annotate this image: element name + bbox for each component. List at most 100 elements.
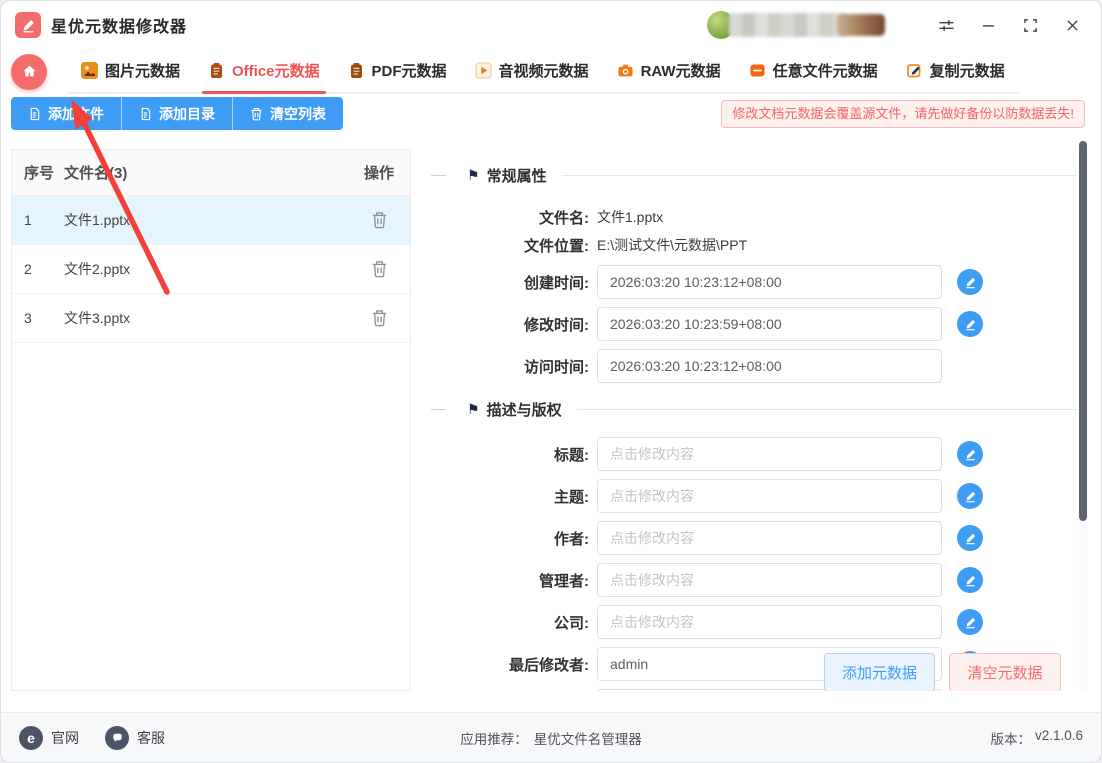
column-filename: 文件名(3) <box>64 162 348 183</box>
tab-av-metadata[interactable]: 音视频元数据 <box>461 49 603 92</box>
anyfile-metadata-icon <box>749 62 766 79</box>
clear-list-button[interactable]: 清空列表 <box>232 97 343 130</box>
titlebar: 星优元数据修改器 <box>1 1 1101 49</box>
field-label: 管理者: <box>431 570 597 591</box>
section-line <box>562 175 1076 176</box>
company-input[interactable] <box>597 605 942 639</box>
tab-list: 图片元数据 Office元数据 PDF元数据 音视频元数据 <box>67 49 1019 94</box>
tab-copy-metadata[interactable]: 复制元数据 <box>892 49 1019 92</box>
image-metadata-icon <box>81 62 98 79</box>
tab-pdf-metadata[interactable]: PDF元数据 <box>334 49 461 92</box>
add-file-button[interactable]: 添加文件 <box>11 97 121 130</box>
file-row-3[interactable]: 3 文件3.pptx <box>12 294 410 343</box>
toolbar: 添加文件 添加目录 清空列表 修改文档元数据会覆盖源文件，请先做好备份以防数据丢… <box>11 97 1085 131</box>
tab-office-metadata[interactable]: Office元数据 <box>194 49 334 92</box>
section-rights: ⚑ 描述与版权 <box>431 399 1076 419</box>
user-account-blurred[interactable] <box>707 10 893 40</box>
close-button[interactable] <box>1057 10 1087 40</box>
field-label: 修改时间: <box>431 314 597 335</box>
tab-anyfile-metadata[interactable]: 任意文件元数据 <box>735 49 892 92</box>
right-panel-scrollbar <box>1079 141 1087 693</box>
section-general: ⚑ 常规属性 <box>431 165 1076 185</box>
file-list-header: 序号 文件名(3) 操作 <box>12 150 410 196</box>
version-label: 版本： <box>990 728 1031 748</box>
subject-input[interactable] <box>597 479 942 513</box>
edit-pencil-icon[interactable] <box>957 567 983 593</box>
tab-image-metadata[interactable]: 图片元数据 <box>67 49 194 92</box>
app-title: 星优元数据修改器 <box>51 13 187 37</box>
section-dash <box>431 175 446 176</box>
field-label: 公司: <box>431 612 597 633</box>
website-label: 官网 <box>51 728 79 748</box>
pdf-metadata-icon <box>348 62 365 79</box>
field-label: 最后修改者: <box>431 654 597 675</box>
field-label: 文件名: <box>431 207 597 228</box>
manager-input[interactable] <box>597 563 942 597</box>
field-author: 作者: <box>431 521 1076 555</box>
delete-file-button[interactable] <box>369 258 390 280</box>
footer: e 官网 客服 应用推荐： 星优文件名管理器 版本： v2.1.0.6 <box>1 712 1101 762</box>
field-label: 标题: <box>431 444 597 465</box>
file-row-1[interactable]: 1 文件1.pptx <box>12 196 410 245</box>
user-info-blurred <box>837 14 885 36</box>
edit-pencil-icon[interactable] <box>957 483 983 509</box>
chat-bubble-icon <box>105 726 129 750</box>
field-value: E:\测试文件\元数据\PPT <box>597 235 747 255</box>
edit-pencil-icon[interactable] <box>957 609 983 635</box>
website-e-icon: e <box>19 726 43 750</box>
section-dash <box>431 409 446 410</box>
tab-raw-metadata[interactable]: RAW元数据 <box>603 49 735 92</box>
row-index: 3 <box>12 310 64 326</box>
home-button[interactable] <box>11 54 47 90</box>
field-create-time: 创建时间: <box>431 265 1076 299</box>
maximize-button[interactable] <box>1015 10 1045 40</box>
promo-app-name[interactable]: 星优文件名管理器 <box>534 728 642 748</box>
column-index: 序号 <box>12 162 64 183</box>
field-label: 创建时间: <box>431 272 597 293</box>
app-window: 星优元数据修改器 图片元数据 <box>0 0 1102 763</box>
copy-metadata-icon <box>906 62 923 79</box>
field-label: 文件位置: <box>431 235 597 256</box>
settings-sliders-icon[interactable] <box>931 10 961 40</box>
tab-label: PDF元数据 <box>372 60 447 81</box>
row-filename: 文件1.pptx <box>64 210 348 230</box>
create-time-input[interactable] <box>597 265 942 299</box>
section-title: 描述与版权 <box>487 399 562 420</box>
add-folder-button[interactable]: 添加目录 <box>121 97 232 130</box>
clear-metadata-button[interactable]: 清空元数据 <box>949 653 1061 691</box>
field-access-time: 访问时间: <box>431 349 1076 383</box>
tab-label: Office元数据 <box>232 60 320 81</box>
tab-label: 图片元数据 <box>105 60 180 81</box>
add-metadata-button[interactable]: 添加元数据 <box>824 653 935 691</box>
author-input[interactable] <box>597 521 942 555</box>
delete-file-button[interactable] <box>369 307 390 329</box>
official-website-link[interactable]: e 官网 <box>19 726 79 750</box>
field-filename: 文件名: 文件1.pptx <box>431 203 1076 231</box>
modify-time-input[interactable] <box>597 307 942 341</box>
warning-banner: 修改文档元数据会覆盖源文件，请先做好备份以防数据丢失! <box>721 100 1085 128</box>
flag-icon: ⚑ <box>467 402 480 416</box>
field-filepath: 文件位置: E:\测试文件\元数据\PPT <box>431 231 1076 259</box>
user-name-blurred <box>729 13 847 37</box>
field-label: 作者: <box>431 528 597 549</box>
promo-label: 应用推荐： <box>460 728 528 748</box>
tab-label: 复制元数据 <box>930 60 1005 81</box>
edit-pencil-icon[interactable] <box>957 269 983 295</box>
access-time-input[interactable] <box>597 349 942 383</box>
delete-file-button[interactable] <box>369 209 390 231</box>
edit-pencil-icon[interactable] <box>957 311 983 337</box>
av-metadata-icon <box>475 62 492 79</box>
scrollbar-thumb[interactable] <box>1079 141 1087 521</box>
tab-label: 任意文件元数据 <box>773 60 878 81</box>
file-row-2[interactable]: 2 文件2.pptx <box>12 245 410 294</box>
title-input[interactable] <box>597 437 942 471</box>
promo-text: 应用推荐： 星优文件名管理器 <box>460 728 642 748</box>
field-modify-time: 修改时间: <box>431 307 1076 341</box>
field-value: 文件1.pptx <box>597 207 663 227</box>
field-subject: 主题: <box>431 479 1076 513</box>
minimize-button[interactable] <box>973 10 1003 40</box>
edit-pencil-icon[interactable] <box>957 441 983 467</box>
customer-support-link[interactable]: 客服 <box>105 726 165 750</box>
edit-pencil-icon[interactable] <box>957 525 983 551</box>
office-metadata-icon <box>208 62 225 79</box>
